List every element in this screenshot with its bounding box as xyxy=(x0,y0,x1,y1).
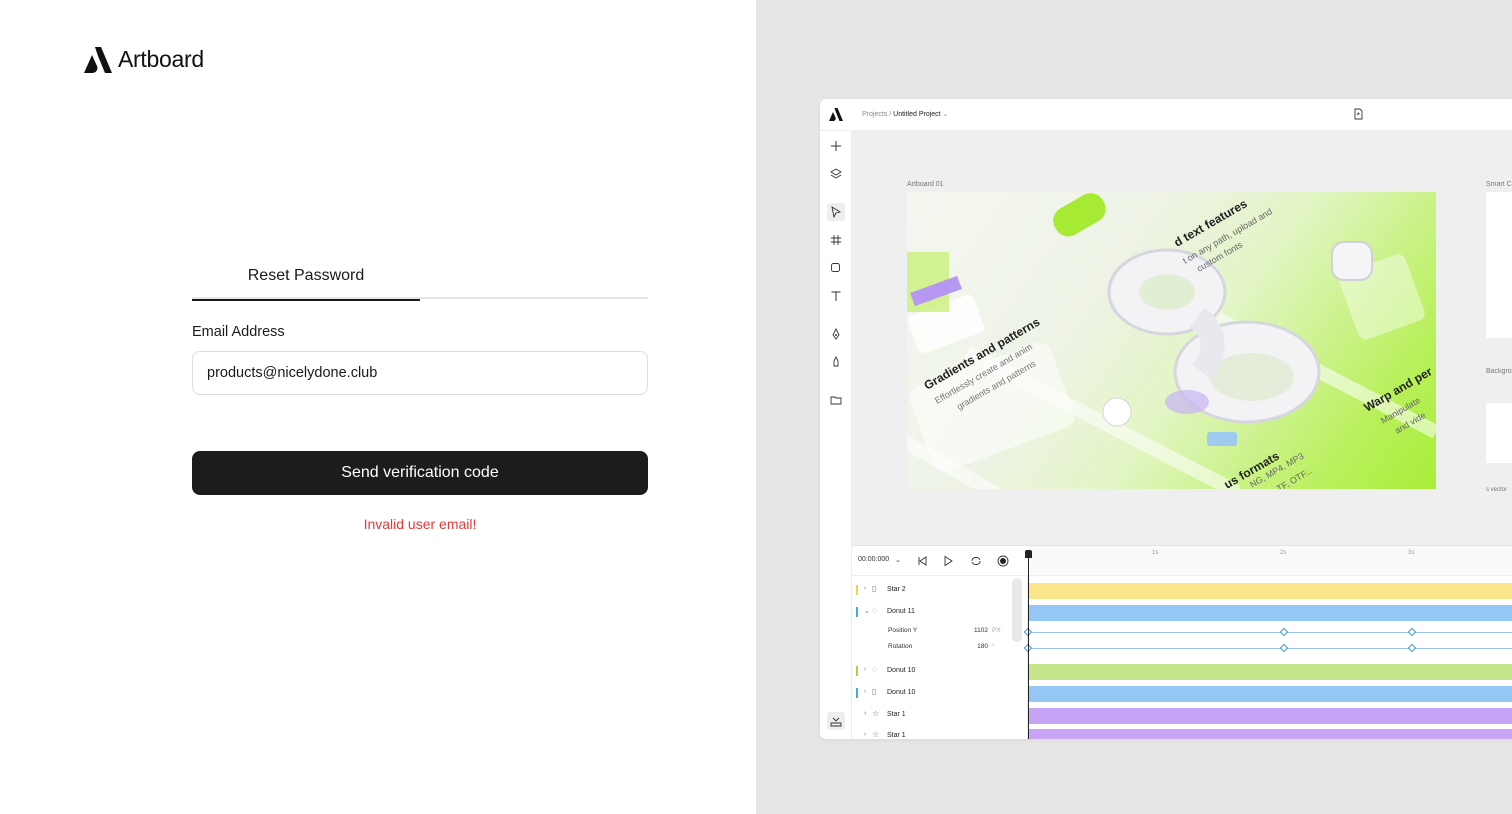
timecode[interactable]: 00:00:000 xyxy=(858,556,889,563)
artboard-logo-icon xyxy=(829,108,843,121)
property-row[interactable]: Position Y 1102 PX xyxy=(852,625,1012,639)
breadcrumb-root[interactable]: Projects / xyxy=(862,111,891,118)
background-panel[interactable] xyxy=(1486,403,1512,463)
pencil-tool-icon[interactable] xyxy=(827,353,845,371)
time-ruler[interactable]: 1s 2s 3s xyxy=(1028,546,1512,576)
track-area[interactable] xyxy=(1023,576,1512,739)
breadcrumb: Projects / Untitled Project ⌄ xyxy=(862,110,948,118)
track-bar[interactable] xyxy=(1028,729,1512,739)
donut-icon: ◌ xyxy=(872,606,877,615)
vector-label: s vector xyxy=(1486,487,1508,493)
layer-item[interactable]: › ◌ Donut 10 xyxy=(852,664,1012,680)
select-tool-icon[interactable] xyxy=(827,203,845,221)
email-input[interactable] xyxy=(192,351,648,395)
keyframe[interactable] xyxy=(1407,643,1417,653)
track-bar[interactable] xyxy=(1028,664,1512,680)
ruler-tick: 3s xyxy=(1408,550,1415,556)
keyframe[interactable] xyxy=(1279,643,1289,653)
tab-reset-password[interactable]: Reset Password xyxy=(192,262,420,301)
add-icon[interactable] xyxy=(827,137,845,155)
keyframe[interactable] xyxy=(1407,627,1417,637)
keyframe-line xyxy=(1028,648,1512,649)
property-row[interactable]: Rotation 180 ° xyxy=(852,641,1012,655)
error-message: Invalid user email! xyxy=(363,516,477,532)
brand-logo[interactable]: Artboard xyxy=(84,46,204,73)
layers-icon[interactable] xyxy=(827,165,845,183)
artboard-logo-icon xyxy=(84,46,112,73)
ruler-tick: 1s xyxy=(1152,550,1159,556)
layer-scrollbar[interactable] xyxy=(1012,578,1022,642)
keyframe[interactable] xyxy=(1279,627,1289,637)
canvas[interactable]: Artboard 01 Gradients and patterns Effor… xyxy=(852,131,1512,545)
preview-panel: Projects / Untitled Project ⌄ Artboard 0… xyxy=(756,0,1512,814)
loop-icon[interactable] xyxy=(970,555,982,567)
folder-icon[interactable] xyxy=(827,391,845,409)
track-bar[interactable] xyxy=(1028,686,1512,702)
smart-panel[interactable] xyxy=(1486,192,1512,338)
auth-tabs: Reset Password xyxy=(192,262,648,301)
brand-name: Artboard xyxy=(118,46,204,72)
artboard-label: Artboard 01 xyxy=(907,181,944,188)
export-file-icon[interactable] xyxy=(1352,108,1364,120)
layer-item[interactable]: ⌄ ◌ Donut 11 xyxy=(852,605,1012,621)
pen-tool-icon[interactable] xyxy=(827,325,845,343)
layer-list: › ▯ Star 2 ⌄ ◌ Donut 11 Position Y 1102 PX… xyxy=(852,576,1028,739)
ruler-tick: 2s xyxy=(1280,550,1287,556)
tool-sidebar xyxy=(820,131,852,739)
track-bar[interactable] xyxy=(1028,708,1512,724)
donut-icon: ◌ xyxy=(872,665,877,674)
layer-item[interactable]: › ☆ Star 1 xyxy=(852,708,1012,724)
track-bar[interactable] xyxy=(1028,605,1512,621)
track-bar[interactable] xyxy=(1028,583,1512,599)
collapse-timeline-icon[interactable] xyxy=(827,712,845,730)
email-label: Email Address xyxy=(192,324,285,340)
send-verification-button[interactable]: Send verification code xyxy=(192,451,648,495)
layer-item[interactable]: › ▯ Star 2 xyxy=(852,583,1012,599)
chevron-down-icon[interactable]: ⌄ xyxy=(943,111,949,118)
artboard[interactable]: Gradients and patterns Effortlessly crea… xyxy=(907,192,1436,489)
frame-tool-icon[interactable] xyxy=(827,231,845,249)
chevron-down-icon[interactable]: ⌄ xyxy=(895,556,901,564)
page-icon: ▯ xyxy=(872,584,877,593)
record-icon[interactable] xyxy=(997,555,1009,567)
background-panel-label: Backgro xyxy=(1486,368,1512,375)
timeline-controls: 00:00:000 ⌄ xyxy=(852,546,1028,576)
artboard-illustration: Gradients and patterns Effortlessly crea… xyxy=(907,193,1436,489)
app-topbar: Projects / Untitled Project ⌄ xyxy=(820,99,1512,131)
keyframe-line xyxy=(1028,632,1512,633)
smart-panel-label: Smart C xyxy=(1486,181,1512,188)
auth-panel: Artboard Reset Password Email Address Se… xyxy=(0,0,756,814)
timeline: 00:00:000 ⌄ 1s 2s 3s › ▯ Star 2 ⌄ ◌ Donu… xyxy=(852,545,1512,739)
layer-item[interactable]: › ☆ Star 1 xyxy=(852,729,1012,739)
app-preview: Projects / Untitled Project ⌄ Artboard 0… xyxy=(820,99,1512,739)
shape-tool-icon[interactable] xyxy=(827,259,845,277)
playhead[interactable] xyxy=(1025,550,1032,739)
project-name[interactable]: Untitled Project xyxy=(893,111,940,118)
page-icon: ▯ xyxy=(872,687,877,696)
play-icon[interactable] xyxy=(942,555,954,567)
text-tool-icon[interactable] xyxy=(827,287,845,305)
star-icon: ☆ xyxy=(872,709,880,718)
skip-back-icon[interactable] xyxy=(916,555,928,567)
star-icon: ☆ xyxy=(872,730,880,739)
layer-item[interactable]: › ▯ Donut 10 xyxy=(852,686,1012,702)
